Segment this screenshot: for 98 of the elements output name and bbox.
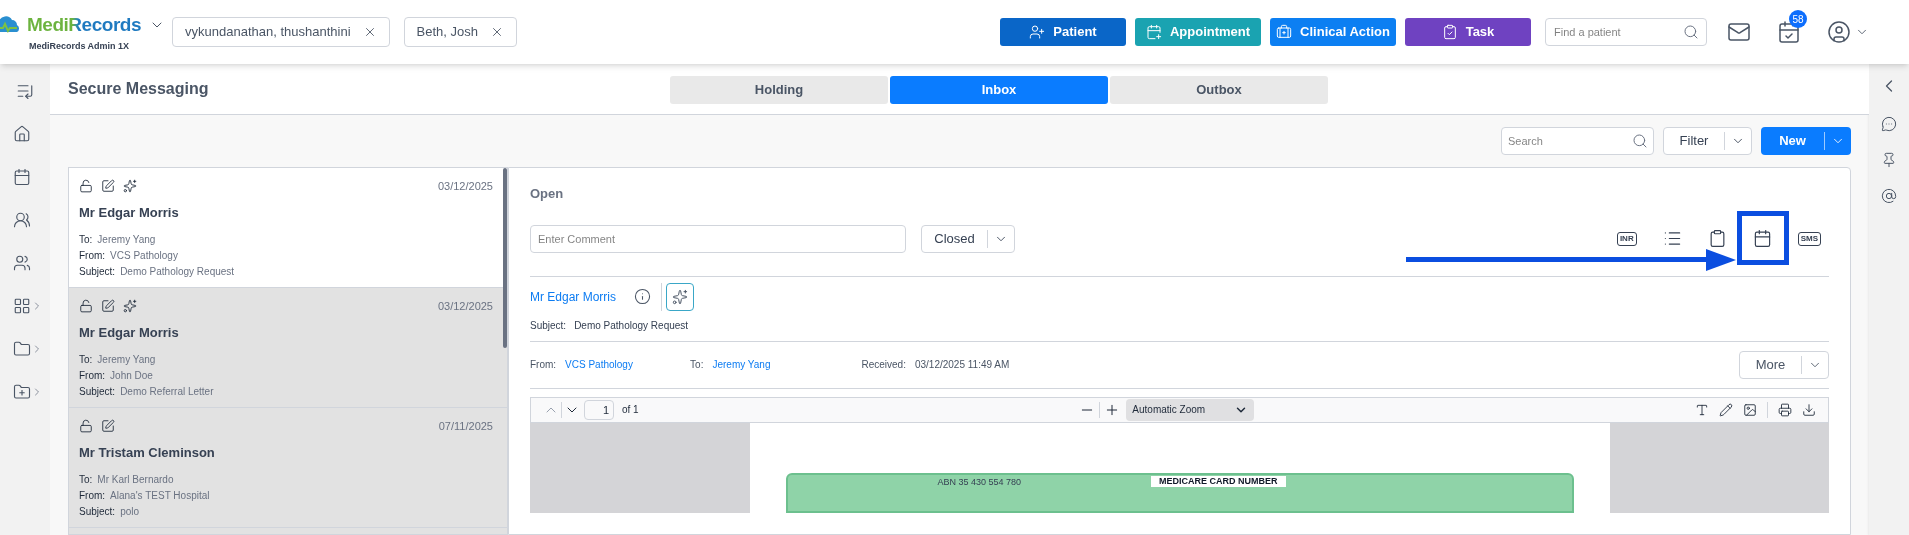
patient-tab[interactable]: Beth, Josh: [403, 17, 517, 47]
home-icon[interactable]: [13, 125, 31, 143]
search-icon: [1632, 133, 1648, 149]
list-icon[interactable]: [1662, 229, 1682, 248]
unlock-icon: [79, 299, 93, 313]
patient-tab[interactable]: vykundanathan, thushanthini: [172, 17, 390, 47]
status-select[interactable]: Closed: [921, 224, 1015, 253]
message-date: 03/12/2025: [437, 178, 493, 194]
field-value: John Doe: [110, 368, 153, 383]
comment-field[interactable]: Enter Comment: [530, 224, 906, 253]
page-number-field[interactable]: 1: [584, 399, 614, 420]
field-value: Demo Referral Letter: [120, 384, 214, 399]
field-value: Jeremy Yang: [97, 352, 156, 367]
grid-icon[interactable]: [13, 297, 31, 315]
calendar-icon[interactable]: [13, 168, 31, 186]
zoom-select[interactable]: Automatic Zoom: [1126, 398, 1255, 421]
page-title: Secure Messaging: [68, 79, 209, 99]
image-icon[interactable]: [1743, 402, 1757, 417]
mailbox-tab[interactable]: Holding: [670, 76, 888, 104]
unlock-icon: [79, 179, 93, 193]
scrollbar-thumb[interactable]: [503, 168, 507, 348]
card-abn: ABN 35 430 554 780: [937, 475, 1022, 489]
subject-label: Subject:: [530, 319, 567, 333]
action-button[interactable]: Task: [1405, 18, 1531, 46]
filter-button[interactable]: Filter: [1663, 127, 1752, 155]
message-sender: Mr Edgar Morris: [79, 324, 180, 342]
mail-icon[interactable]: [1727, 20, 1751, 44]
subject-value: Demo Pathology Request: [574, 319, 689, 333]
field-label: Subject:: [79, 384, 116, 399]
edit-icon: [101, 179, 115, 193]
account-name: MediRecords Admin 1X: [28, 39, 130, 53]
edit-icon: [101, 419, 115, 433]
calendar-icon[interactable]: [1752, 229, 1772, 248]
action-button[interactable]: Clinical Action: [1270, 18, 1396, 46]
notification-badge: 58: [1789, 10, 1807, 28]
from-label: From:: [530, 358, 557, 372]
action-icon: [1029, 24, 1046, 40]
download-icon[interactable]: [1802, 402, 1816, 417]
field-label: To:: [79, 352, 93, 367]
field-label: To:: [79, 232, 93, 247]
field-label: To:: [79, 472, 93, 487]
field-value: Mr Karl Bernardo: [97, 472, 174, 487]
field-value: Jeremy Yang: [97, 232, 156, 247]
to-label: To:: [690, 358, 704, 372]
text-badge-icon[interactable]: INR: [1616, 231, 1637, 246]
action-icon: [1276, 24, 1293, 40]
patient-link[interactable]: Mr Edgar Morris: [530, 287, 616, 306]
folder-add-icon[interactable]: [13, 383, 31, 401]
message-sender: Mr Tristam Cleminson: [79, 444, 216, 462]
new-button[interactable]: New: [1761, 127, 1851, 155]
status-heading: Open: [530, 185, 565, 203]
pencil-icon[interactable]: [1719, 402, 1733, 417]
action-icon: [1145, 24, 1162, 40]
field-value: polo: [120, 504, 140, 519]
pin-icon[interactable]: [1881, 152, 1897, 168]
ai-button[interactable]: [666, 282, 694, 311]
action-button[interactable]: Patient: [1000, 18, 1126, 46]
folder-icon[interactable]: [13, 340, 31, 358]
card-number-heading: MEDICARE CARD NUMBER: [1151, 475, 1286, 487]
field-label: From:: [79, 248, 106, 263]
action-icon: [1441, 24, 1458, 40]
message-sender: Mr Edgar Morris: [79, 204, 180, 222]
edit-icon: [101, 299, 115, 313]
field-label: Subject:: [79, 264, 116, 279]
text-icon[interactable]: [1695, 402, 1709, 417]
field-value: Demo Pathology Request: [120, 264, 235, 279]
search-field[interactable]: Search: [1501, 127, 1654, 155]
field-label: From:: [79, 488, 106, 503]
message-date: 03/12/2025: [437, 298, 493, 314]
search-icon: [1683, 24, 1699, 40]
field-label: Subject:: [79, 504, 116, 519]
chat-icon[interactable]: [1881, 116, 1897, 132]
field-value: Alana's TEST Hospital: [110, 488, 210, 503]
info-icon[interactable]: [634, 288, 651, 305]
patient-tab-label: Beth, Josh: [416, 23, 478, 42]
users-icon[interactable]: [13, 254, 31, 272]
message-date: 07/11/2025: [438, 418, 493, 434]
find-patient-field[interactable]: Find a patient: [1545, 18, 1707, 46]
recipient-link[interactable]: Jeremy Yang: [712, 357, 862, 372]
patient-tab-label: vykundanathan, thushanthini: [185, 23, 351, 42]
received-label: Received:: [861, 358, 906, 372]
page-count: of 1: [622, 403, 639, 417]
user-avatar-icon[interactable]: [1827, 20, 1851, 44]
text-badge-icon[interactable]: SMS: [1797, 231, 1821, 246]
print-icon[interactable]: [1778, 402, 1792, 417]
expand-menu-icon[interactable]: [16, 82, 34, 100]
unlock-icon: [79, 419, 93, 433]
mailbox-tab[interactable]: Inbox: [890, 76, 1108, 104]
received-value: 03/12/2025 11:49 AM: [914, 358, 1010, 372]
sparkle-icon: [672, 288, 688, 305]
more-button[interactable]: More: [1739, 350, 1829, 379]
field-value: VCS Pathology: [110, 248, 178, 263]
people-icon[interactable]: [13, 211, 31, 229]
at-sign-icon[interactable]: [1881, 188, 1897, 204]
mailbox-tab[interactable]: Outbox: [1110, 76, 1328, 104]
highlight-box: [1736, 211, 1789, 265]
sender-link[interactable]: VCS Pathology: [565, 357, 691, 372]
field-label: From:: [79, 368, 106, 383]
